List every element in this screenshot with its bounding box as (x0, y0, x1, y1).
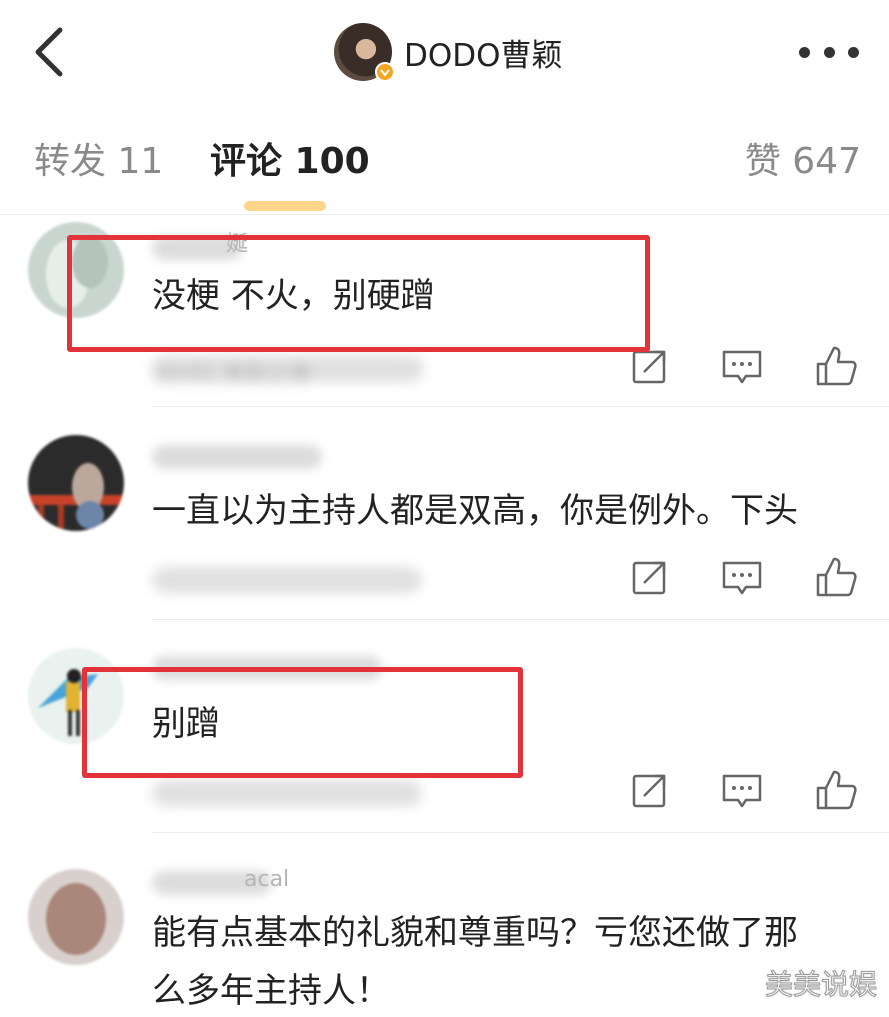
comment-text-line-2: 么多年主持人！ (152, 971, 390, 1011)
author-name[interactable]: DODO曹颖 (404, 30, 563, 75)
author-avatar[interactable] (334, 23, 395, 82)
comment-meta (152, 567, 422, 593)
comment-meta (152, 780, 422, 806)
tab-reposts[interactable]: 转发 11 (34, 140, 163, 184)
share-icon[interactable] (628, 768, 672, 812)
comment-item: acal 能有点基本的礼貌和尊重吗？亏您还做了那 么多年主持人！ (0, 833, 889, 1017)
comment-highlight-box (67, 235, 650, 352)
commenter-name-obscured (152, 445, 322, 469)
verified-badge-icon (375, 62, 395, 82)
back-button[interactable] (26, 24, 76, 80)
tab-comments[interactable]: 评论 100 (210, 140, 370, 184)
commenter-avatar[interactable] (28, 869, 124, 965)
comment-highlight-box (82, 667, 523, 778)
more-button[interactable] (799, 40, 859, 64)
commenter-avatar[interactable] (28, 435, 124, 531)
watermark: 美美说娱 (764, 968, 877, 1002)
comment-actions (628, 768, 868, 812)
comment-actions (628, 555, 868, 599)
more-dots-icon (799, 46, 810, 58)
tab-likes[interactable]: 赞 647 (745, 140, 861, 184)
like-icon[interactable] (814, 555, 858, 599)
reply-icon[interactable] (720, 555, 764, 599)
share-icon[interactable] (628, 555, 672, 599)
commenter-name[interactable]: acal (244, 867, 289, 893)
top-bar: DODO曹颖 (0, 0, 889, 105)
comment-text: 能有点基本的礼貌和尊重吗？亏您还做了那 (152, 913, 798, 953)
author-info[interactable]: DODO曹颖 (334, 22, 563, 82)
reply-icon[interactable] (720, 344, 764, 388)
like-icon[interactable] (814, 344, 858, 388)
tab-bar: 转发 11 评论 100 赞 647 (0, 105, 889, 215)
comment-meta: 10:01 来自上海 (152, 356, 424, 387)
active-tab-indicator (244, 201, 326, 211)
comment-item: 娫 没梗 不火，别硬蹭 10:01 来自上海 (0, 216, 889, 406)
comment-item: 一直以为主持人都是双高，你是例外。下头 (0, 407, 889, 619)
chevron-left-icon (35, 27, 63, 77)
comment-item: 别蹭 (0, 620, 889, 832)
comment-actions (628, 344, 868, 388)
reply-icon[interactable] (720, 768, 764, 812)
like-icon[interactable] (814, 768, 858, 812)
comment-text: 一直以为主持人都是双高，你是例外。下头 (152, 491, 798, 531)
